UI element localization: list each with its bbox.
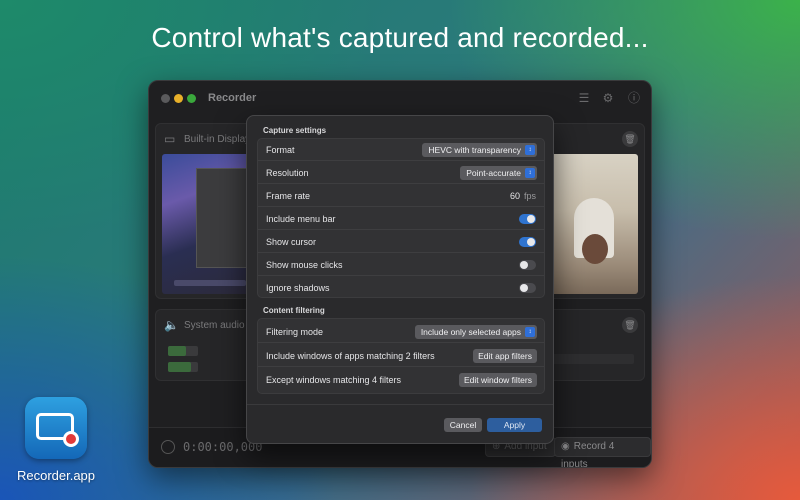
edit-window-filters-button[interactable]: Edit window filters — [458, 373, 537, 387]
capture-settings-title: Capture settings — [263, 126, 327, 135]
title-bar: Recorder ☰ ⚙ ⓘ — [149, 81, 651, 115]
resolution-row: Resolution Point-accurate ↕ — [258, 162, 544, 184]
content-filtering-group: Filtering mode Include only selected app… — [257, 318, 545, 394]
cursor-row: Show cursor — [258, 231, 544, 253]
display-label: Built-in Display, — [184, 134, 253, 145]
info-icon[interactable]: ⓘ — [627, 91, 641, 105]
mouse-clicks-toggle[interactable] — [519, 260, 536, 270]
audio-label: System audio — [184, 320, 245, 331]
shadows-row: Ignore shadows — [258, 277, 544, 299]
shadows-toggle[interactable] — [519, 283, 536, 293]
trash-icon[interactable]: 🗑 — [622, 317, 638, 333]
audio-meter-right — [168, 362, 198, 372]
window-title: Recorder — [208, 92, 257, 104]
menu-bar-toggle[interactable] — [519, 214, 536, 224]
chevron-updown-icon: ↕ — [525, 145, 535, 155]
camera-preview — [548, 154, 638, 294]
zoom-button[interactable] — [187, 94, 196, 103]
mouse-clicks-row: Show mouse clicks — [258, 254, 544, 276]
app-filters-label: Include windows of apps matching 2 filte… — [266, 351, 435, 361]
record-dot-icon — [63, 431, 79, 447]
close-button[interactable] — [161, 94, 170, 103]
edit-app-filters-button[interactable]: Edit app filters — [473, 349, 537, 363]
window-filters-label: Except windows matching 4 filters — [266, 375, 402, 385]
audio-meter-left — [168, 346, 198, 356]
chevron-updown-icon: ↕ — [525, 327, 535, 337]
apply-button[interactable]: Apply — [487, 418, 542, 432]
mouse-clicks-label: Show mouse clicks — [266, 260, 343, 270]
headline: Control what's captured and recorded... — [151, 22, 649, 53]
frame-rate-unit: fps — [523, 191, 536, 201]
clock-icon — [161, 440, 175, 454]
format-row: Format HEVC with transparency ↕ — [258, 139, 544, 161]
resolution-popup[interactable]: Point-accurate ↕ — [460, 166, 537, 180]
capture-settings-group: Format HEVC with transparency ↕ Resolutio… — [257, 138, 545, 298]
chevron-updown-icon: ↕ — [525, 168, 535, 178]
gear-icon[interactable]: ⚙ — [601, 91, 615, 105]
trash-icon[interactable]: 🗑 — [622, 131, 638, 147]
frame-rate-value: 60 — [509, 191, 520, 201]
app-label: Recorder.app — [16, 468, 96, 483]
speaker-icon: 🔈 — [164, 318, 179, 332]
recorder-app-icon[interactable] — [25, 397, 87, 459]
filtering-mode-value: Include only selected apps — [420, 327, 521, 337]
frame-rate-row: Frame rate 60 fps — [258, 185, 544, 207]
window-filters-row: Except windows matching 4 filters Edit w… — [258, 369, 544, 391]
format-popup[interactable]: HEVC with transparency ↕ — [422, 143, 537, 157]
minimize-button[interactable] — [174, 94, 183, 103]
cursor-toggle[interactable] — [519, 237, 536, 247]
content-filtering-title: Content filtering — [263, 306, 325, 315]
display-icon: ▭ — [164, 132, 176, 146]
menu-bar-row: Include menu bar — [258, 208, 544, 230]
record-button[interactable]: ◉ Record 4 inputs — [554, 437, 651, 467]
resolution-value: Point-accurate — [466, 168, 521, 178]
audio-level-track — [548, 354, 634, 364]
settings-sheet: Capture settings Format HEVC with transp… — [246, 115, 554, 444]
cancel-button[interactable]: Cancel — [444, 418, 482, 432]
menu-bar-label: Include menu bar — [266, 214, 336, 224]
cursor-label: Show cursor — [266, 237, 317, 247]
frame-rate-field[interactable]: 60 fps — [510, 191, 536, 201]
shadows-label: Ignore shadows — [266, 283, 330, 293]
record-icon: ◉ — [561, 441, 570, 452]
filtering-mode-label: Filtering mode — [266, 327, 324, 337]
app-filters-row: Include windows of apps matching 2 filte… — [258, 345, 544, 367]
frame-rate-label: Frame rate — [266, 191, 311, 201]
format-value: HEVC with transparency — [428, 145, 521, 155]
screen-preview — [162, 154, 254, 294]
resolution-label: Resolution — [266, 168, 309, 178]
list-icon[interactable]: ☰ — [577, 91, 591, 105]
sheet-divider — [247, 404, 553, 405]
format-label: Format — [266, 145, 295, 155]
filtering-mode-row: Filtering mode Include only selected app… — [258, 321, 544, 343]
filtering-mode-popup[interactable]: Include only selected apps ↕ — [414, 325, 537, 339]
